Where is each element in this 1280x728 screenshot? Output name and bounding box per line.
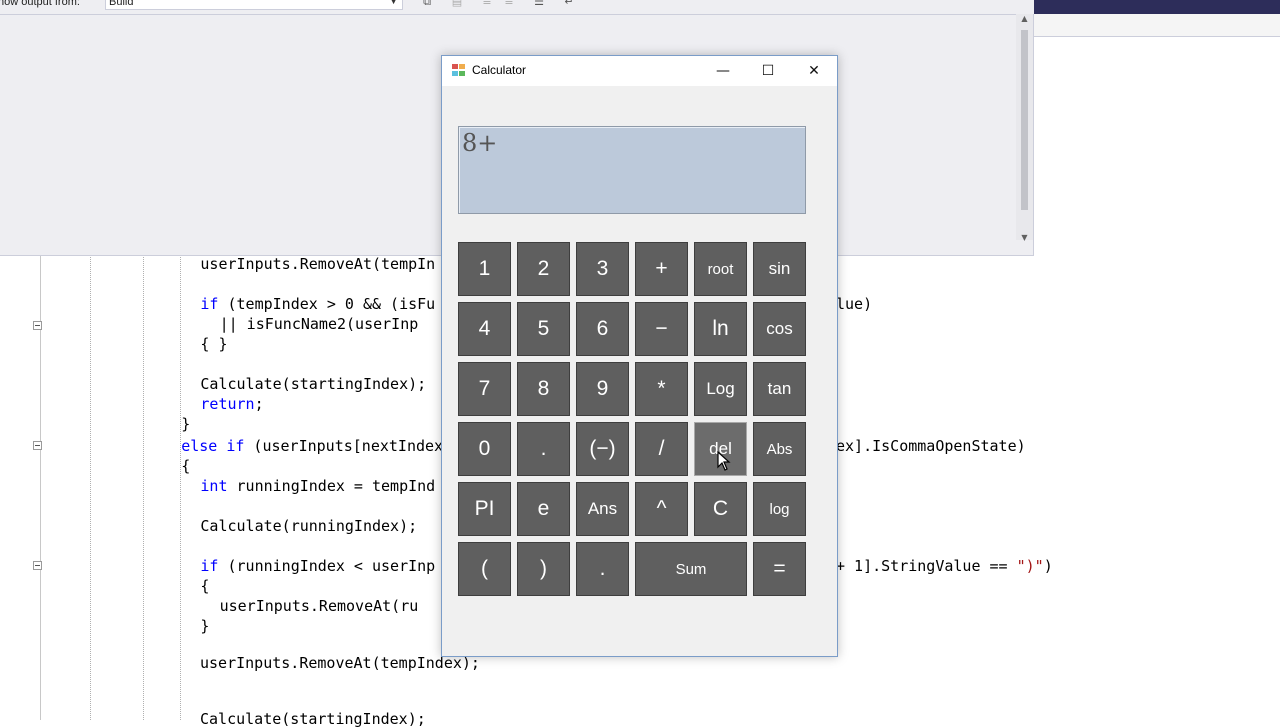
- app-icon: [452, 64, 466, 77]
- key-6-button[interactable]: 6: [576, 302, 629, 356]
- key-root-button[interactable]: root: [694, 242, 747, 296]
- key-close-paren-button[interactable]: ): [517, 542, 570, 596]
- output-source-label: how output from:: [0, 0, 80, 8]
- chevron-down-icon: ▼: [389, 0, 398, 6]
- key-8-button[interactable]: 8: [517, 362, 570, 416]
- scroll-down-icon[interactable]: ▼: [1016, 233, 1033, 242]
- code-fragment: + 1].StringValue == ")"): [836, 557, 1053, 575]
- key-4-button[interactable]: 4: [458, 302, 511, 356]
- key-negate-button[interactable]: (−): [576, 422, 629, 476]
- scrollbar-thumb[interactable]: [1021, 30, 1028, 210]
- code-line: else if (userInputs[nextIndex]: [181, 437, 453, 455]
- key-e-button[interactable]: e: [517, 482, 570, 536]
- key-5-button[interactable]: 5: [517, 302, 570, 356]
- key-decimal-button[interactable]: .: [517, 422, 570, 476]
- key-1-button[interactable]: 1: [458, 242, 511, 296]
- calculator-display[interactable]: 8+: [458, 126, 806, 214]
- output-source-value: Build: [109, 0, 134, 8]
- display-value: 8+: [462, 129, 498, 157]
- code-line: Calculate(startingIndex);: [200, 375, 427, 393]
- key-equals-button[interactable]: =: [753, 542, 806, 596]
- key-9-button[interactable]: 9: [576, 362, 629, 416]
- key-0-button[interactable]: 0: [458, 422, 511, 476]
- code-line: userInputs.RemoveAt(tempIn: [200, 255, 436, 273]
- key-2-button[interactable]: 2: [517, 242, 570, 296]
- key-7-button[interactable]: 7: [458, 362, 511, 416]
- key-divide-button[interactable]: /: [635, 422, 688, 476]
- key-sum-button[interactable]: Sum: [635, 542, 747, 596]
- collapse-icon[interactable]: [33, 441, 42, 450]
- scroll-up-icon[interactable]: ▲: [1016, 14, 1033, 23]
- editor-tab-strip: [1034, 14, 1280, 37]
- key-decimal-button[interactable]: .: [576, 542, 629, 596]
- code-line: return;: [200, 395, 264, 413]
- key-tan-button[interactable]: tan: [753, 362, 806, 416]
- key-clear-button[interactable]: C: [694, 482, 747, 536]
- key-plus-button[interactable]: +: [635, 242, 688, 296]
- output-source-select[interactable]: Build ▼: [105, 0, 403, 10]
- indent-guide: [90, 255, 91, 720]
- code-line: int runningIndex = tempInd: [200, 477, 436, 495]
- copy-icon[interactable]: ⧉: [420, 0, 434, 8]
- code-line: userInputs.RemoveAt(ru: [219, 597, 419, 615]
- indent-guide: [180, 255, 181, 720]
- code-line: if (runningIndex < userInp: [200, 557, 436, 575]
- key-log-button[interactable]: log: [753, 482, 806, 536]
- key-open-paren-button[interactable]: (: [458, 542, 511, 596]
- code-line: Calculate(startingIndex);: [200, 710, 426, 728]
- calculator-window: Calculator — ☐ ✕ 8+ 1 2 3 + root sin 4 5 6− ln cos…: [441, 55, 838, 657]
- output-scrollbar[interactable]: ▲ ▼: [1016, 14, 1033, 242]
- collapse-icon[interactable]: [33, 321, 42, 330]
- title-strip: [1034, 0, 1280, 14]
- key-cos-button[interactable]: cos: [753, 302, 806, 356]
- code-line: { }: [200, 335, 228, 353]
- code-line: || isFuncName2(userInp: [219, 315, 419, 333]
- close-icon[interactable]: ✕: [791, 56, 837, 86]
- key-multiply-button[interactable]: *: [635, 362, 688, 416]
- key-ans-button[interactable]: Ans: [576, 482, 629, 536]
- code-line: }: [200, 617, 210, 635]
- code-line: userInputs.RemoveAt(tempIndex);: [200, 654, 480, 672]
- key-ln-button[interactable]: ln: [694, 302, 747, 356]
- mouse-cursor-icon: [717, 451, 731, 471]
- key-abs-button[interactable]: Abs: [753, 422, 806, 476]
- code-fragment: lue): [836, 295, 873, 313]
- key-log-button[interactable]: Log: [694, 362, 747, 416]
- key-3-button[interactable]: 3: [576, 242, 629, 296]
- code-fragment: ex].IsCommaOpenState): [836, 437, 1026, 455]
- code-line: }: [181, 415, 191, 433]
- key-sin-button[interactable]: sin: [753, 242, 806, 296]
- code-line: if (tempIndex > 0 && (isFu: [200, 295, 436, 313]
- minimize-icon[interactable]: —: [700, 56, 746, 86]
- find-icon[interactable]: ▤: [450, 0, 464, 8]
- code-line: {: [181, 457, 191, 475]
- key-pi-button[interactable]: PI: [458, 482, 511, 536]
- collapse-icon[interactable]: [33, 561, 42, 570]
- window-title-bar[interactable]: Calculator — ☐ ✕: [442, 56, 837, 86]
- key-power-button[interactable]: ^: [635, 482, 688, 536]
- window-title: Calculator: [472, 63, 527, 77]
- align-right-icon[interactable]: ≡: [502, 0, 516, 8]
- align-left-icon[interactable]: ≡: [480, 0, 494, 8]
- key-minus-button[interactable]: −: [635, 302, 688, 356]
- code-line: {: [200, 577, 210, 595]
- indent-guide: [143, 255, 144, 720]
- list-icon[interactable]: ☰: [532, 0, 546, 8]
- output-toolbar: how output from: Build ▼ ⧉ ▤ ≡ ≡ ☰ ↵: [0, 0, 1034, 15]
- maximize-icon[interactable]: ☐: [745, 56, 791, 86]
- code-line: Calculate(runningIndex);: [200, 517, 418, 535]
- word-wrap-icon[interactable]: ↵: [562, 0, 576, 8]
